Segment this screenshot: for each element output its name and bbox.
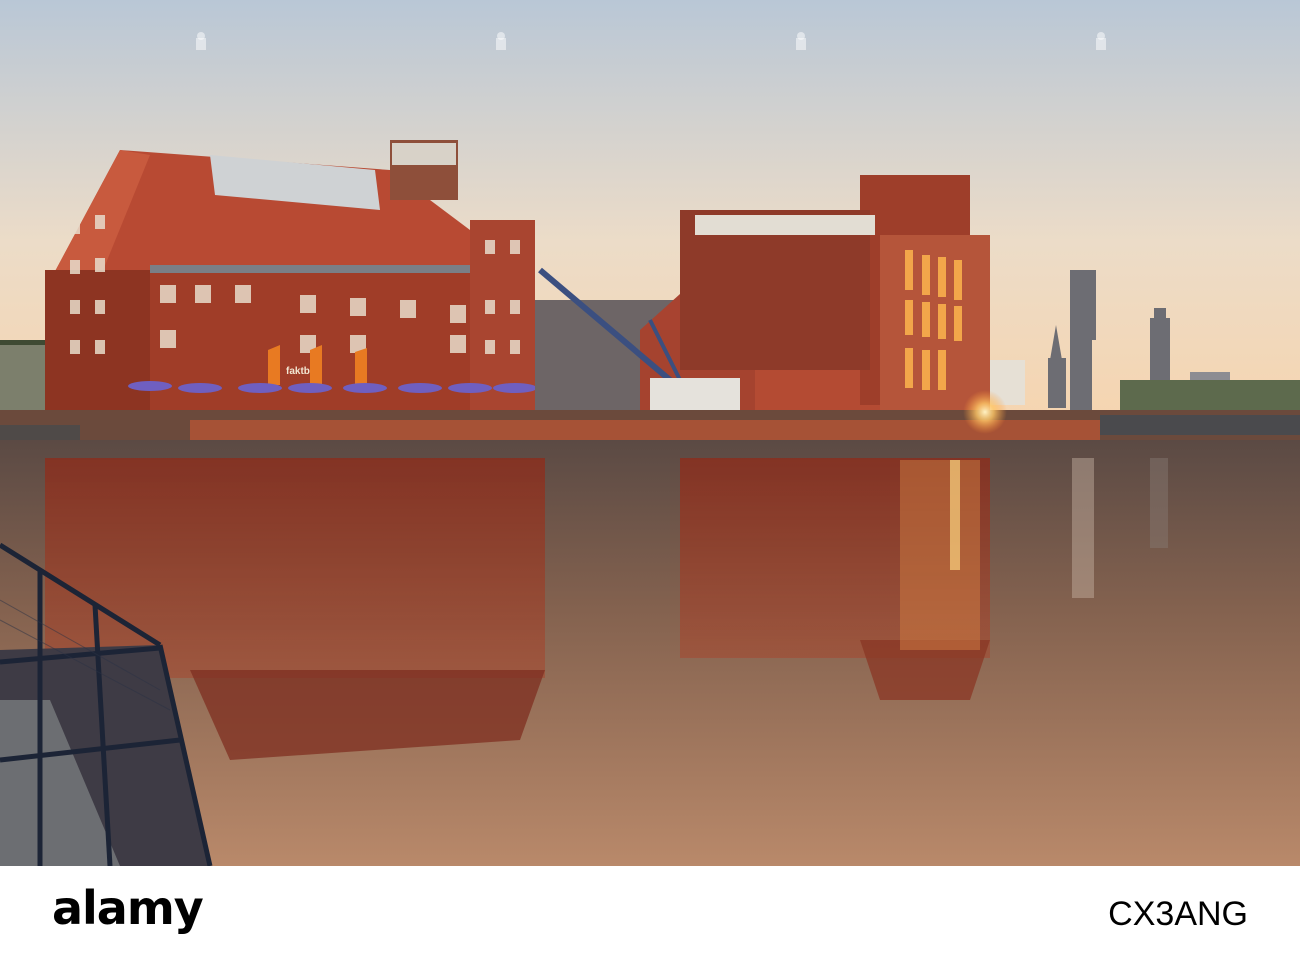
brand-name: alamy	[52, 881, 204, 935]
sign-text: faktb	[286, 366, 310, 377]
image-id: CX3ANG	[1108, 895, 1248, 933]
harbor-photo: faktb	[0, 0, 1300, 866]
watermark-icon	[192, 30, 210, 50]
alamy-logo: alamy	[52, 881, 204, 940]
watermark-icon	[492, 30, 510, 50]
watermark-icon	[1092, 30, 1110, 50]
watermark-icon	[792, 30, 810, 50]
sun-glare	[963, 390, 1007, 434]
